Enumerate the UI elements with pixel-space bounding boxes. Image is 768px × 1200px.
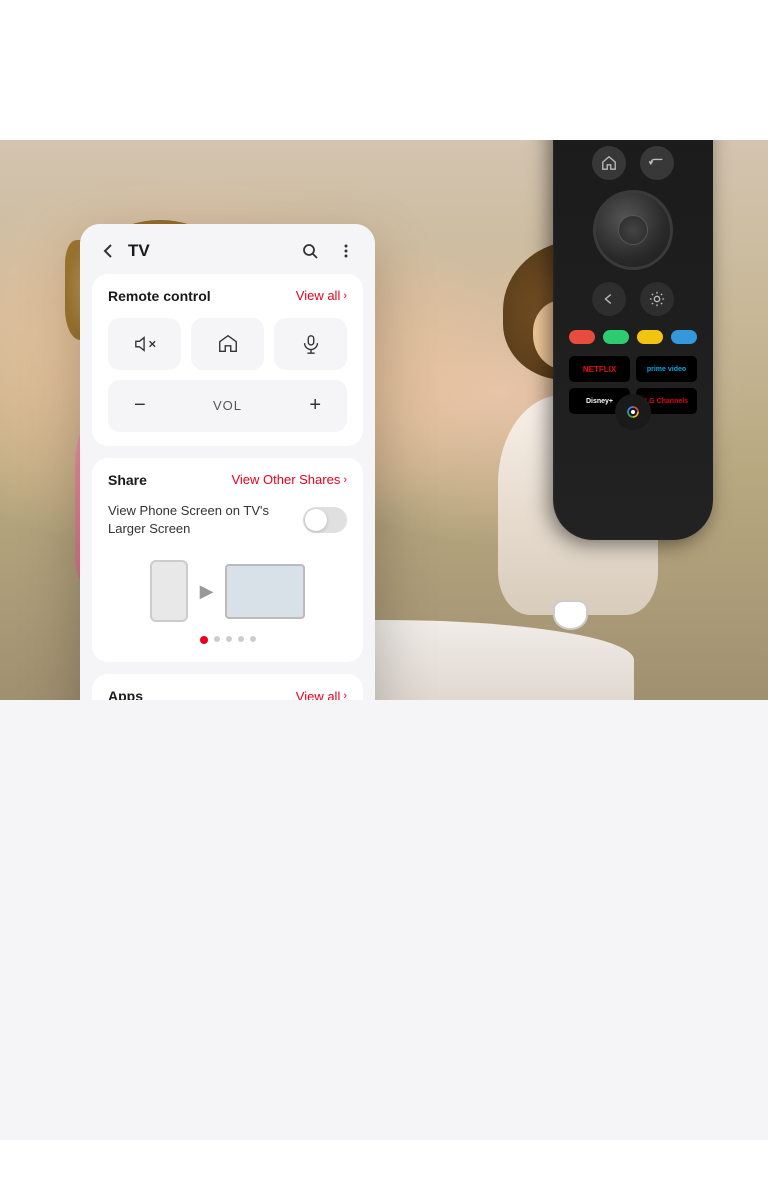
more-icon[interactable] bbox=[335, 240, 357, 262]
remote-home-btn[interactable] bbox=[592, 146, 626, 180]
top-spacer bbox=[0, 0, 768, 140]
carousel-dot-5[interactable] bbox=[250, 636, 256, 642]
share-section: Share View Other Shares › View Phone Scr… bbox=[92, 458, 363, 662]
apps-section: Apps View all › bbox=[92, 674, 363, 700]
volume-label: VOL bbox=[156, 398, 300, 413]
color-btn-red[interactable] bbox=[569, 330, 595, 344]
color-btn-yellow[interactable] bbox=[637, 330, 663, 344]
carousel-dot-1[interactable] bbox=[200, 636, 208, 644]
phone-title: TV bbox=[128, 241, 150, 261]
remote-return-btn[interactable] bbox=[640, 146, 674, 180]
remote-section-title: Remote control bbox=[108, 288, 211, 304]
hero-section: TV bbox=[0, 140, 768, 700]
share-view-other-text: View Other Shares bbox=[231, 472, 340, 487]
phone-header: TV bbox=[80, 224, 375, 274]
screen-share-toggle[interactable] bbox=[303, 507, 347, 533]
share-section-title: Share bbox=[108, 472, 147, 488]
phone-header-left: TV bbox=[98, 241, 150, 261]
transfer-arrow-icon: ▶ bbox=[200, 581, 214, 602]
share-description-text: View Phone Screen on TV's Larger Screen bbox=[108, 502, 303, 538]
carousel-dot-3[interactable] bbox=[226, 636, 232, 642]
cup-right bbox=[553, 600, 588, 630]
share-arrow-icon: › bbox=[343, 474, 347, 486]
color-btn-blue[interactable] bbox=[671, 330, 697, 344]
apps-arrow-icon: › bbox=[343, 690, 347, 700]
mute-button[interactable] bbox=[108, 318, 181, 370]
netflix-button[interactable]: NETFLIX bbox=[569, 356, 630, 382]
prime-video-button[interactable]: prime video bbox=[636, 356, 697, 382]
volume-minus-button[interactable]: − bbox=[124, 394, 156, 417]
carousel-dots bbox=[108, 626, 347, 648]
apps-section-header: Apps View all › bbox=[108, 688, 347, 700]
remote-back-btn[interactable] bbox=[592, 282, 626, 316]
remote-icon-buttons-row bbox=[108, 318, 347, 370]
remote-body: 1 2 3 4 5 6 7 8 9 -/= 0 ··· bbox=[553, 140, 713, 540]
share-toggle-row: View Phone Screen on TV's Larger Screen bbox=[108, 502, 347, 538]
home-return-row bbox=[592, 146, 674, 180]
search-icon[interactable] bbox=[299, 240, 321, 262]
remote-view-all-text: View all bbox=[296, 288, 341, 303]
scroll-wheel-area bbox=[593, 190, 673, 270]
color-buttons-row bbox=[569, 330, 697, 344]
carousel-dot-2[interactable] bbox=[214, 636, 220, 642]
phone-header-right bbox=[299, 240, 357, 262]
bottom-area bbox=[0, 700, 768, 1140]
phone-device-icon bbox=[150, 560, 188, 622]
remote-view-all-link[interactable]: View all › bbox=[296, 288, 347, 303]
remote-section-header: Remote control View all › bbox=[108, 288, 347, 304]
remote-settings-btn[interactable] bbox=[640, 282, 674, 316]
scroll-wheel[interactable] bbox=[593, 190, 673, 270]
apps-view-all-text: View all bbox=[296, 689, 341, 701]
volume-plus-button[interactable]: + bbox=[299, 394, 331, 417]
back-button[interactable] bbox=[98, 241, 118, 261]
share-content: View Phone Screen on TV's Larger Screen … bbox=[108, 502, 347, 648]
mic-button[interactable] bbox=[274, 318, 347, 370]
volume-row: − VOL + bbox=[108, 380, 347, 432]
screen-transfer-illustration: ▶ bbox=[108, 552, 347, 626]
view-all-arrow-icon: › bbox=[343, 290, 347, 302]
carousel-dot-4[interactable] bbox=[238, 636, 244, 642]
google-assistant-row bbox=[615, 394, 651, 430]
apps-view-all-link[interactable]: View all › bbox=[296, 689, 347, 701]
remote-control-section: Remote control View all › bbox=[92, 274, 363, 446]
home-button[interactable] bbox=[191, 318, 264, 370]
remote-control-device: 1 2 3 4 5 6 7 8 9 -/= 0 ··· bbox=[548, 140, 718, 540]
apps-section-title: Apps bbox=[108, 688, 143, 700]
phone-overlay: TV bbox=[80, 224, 375, 700]
color-btn-green[interactable] bbox=[603, 330, 629, 344]
google-assistant-button[interactable] bbox=[615, 394, 651, 430]
share-view-other-link[interactable]: View Other Shares › bbox=[231, 472, 347, 487]
share-section-header: Share View Other Shares › bbox=[108, 472, 347, 488]
tv-device-icon bbox=[225, 564, 305, 619]
back-settings-row bbox=[592, 282, 674, 316]
